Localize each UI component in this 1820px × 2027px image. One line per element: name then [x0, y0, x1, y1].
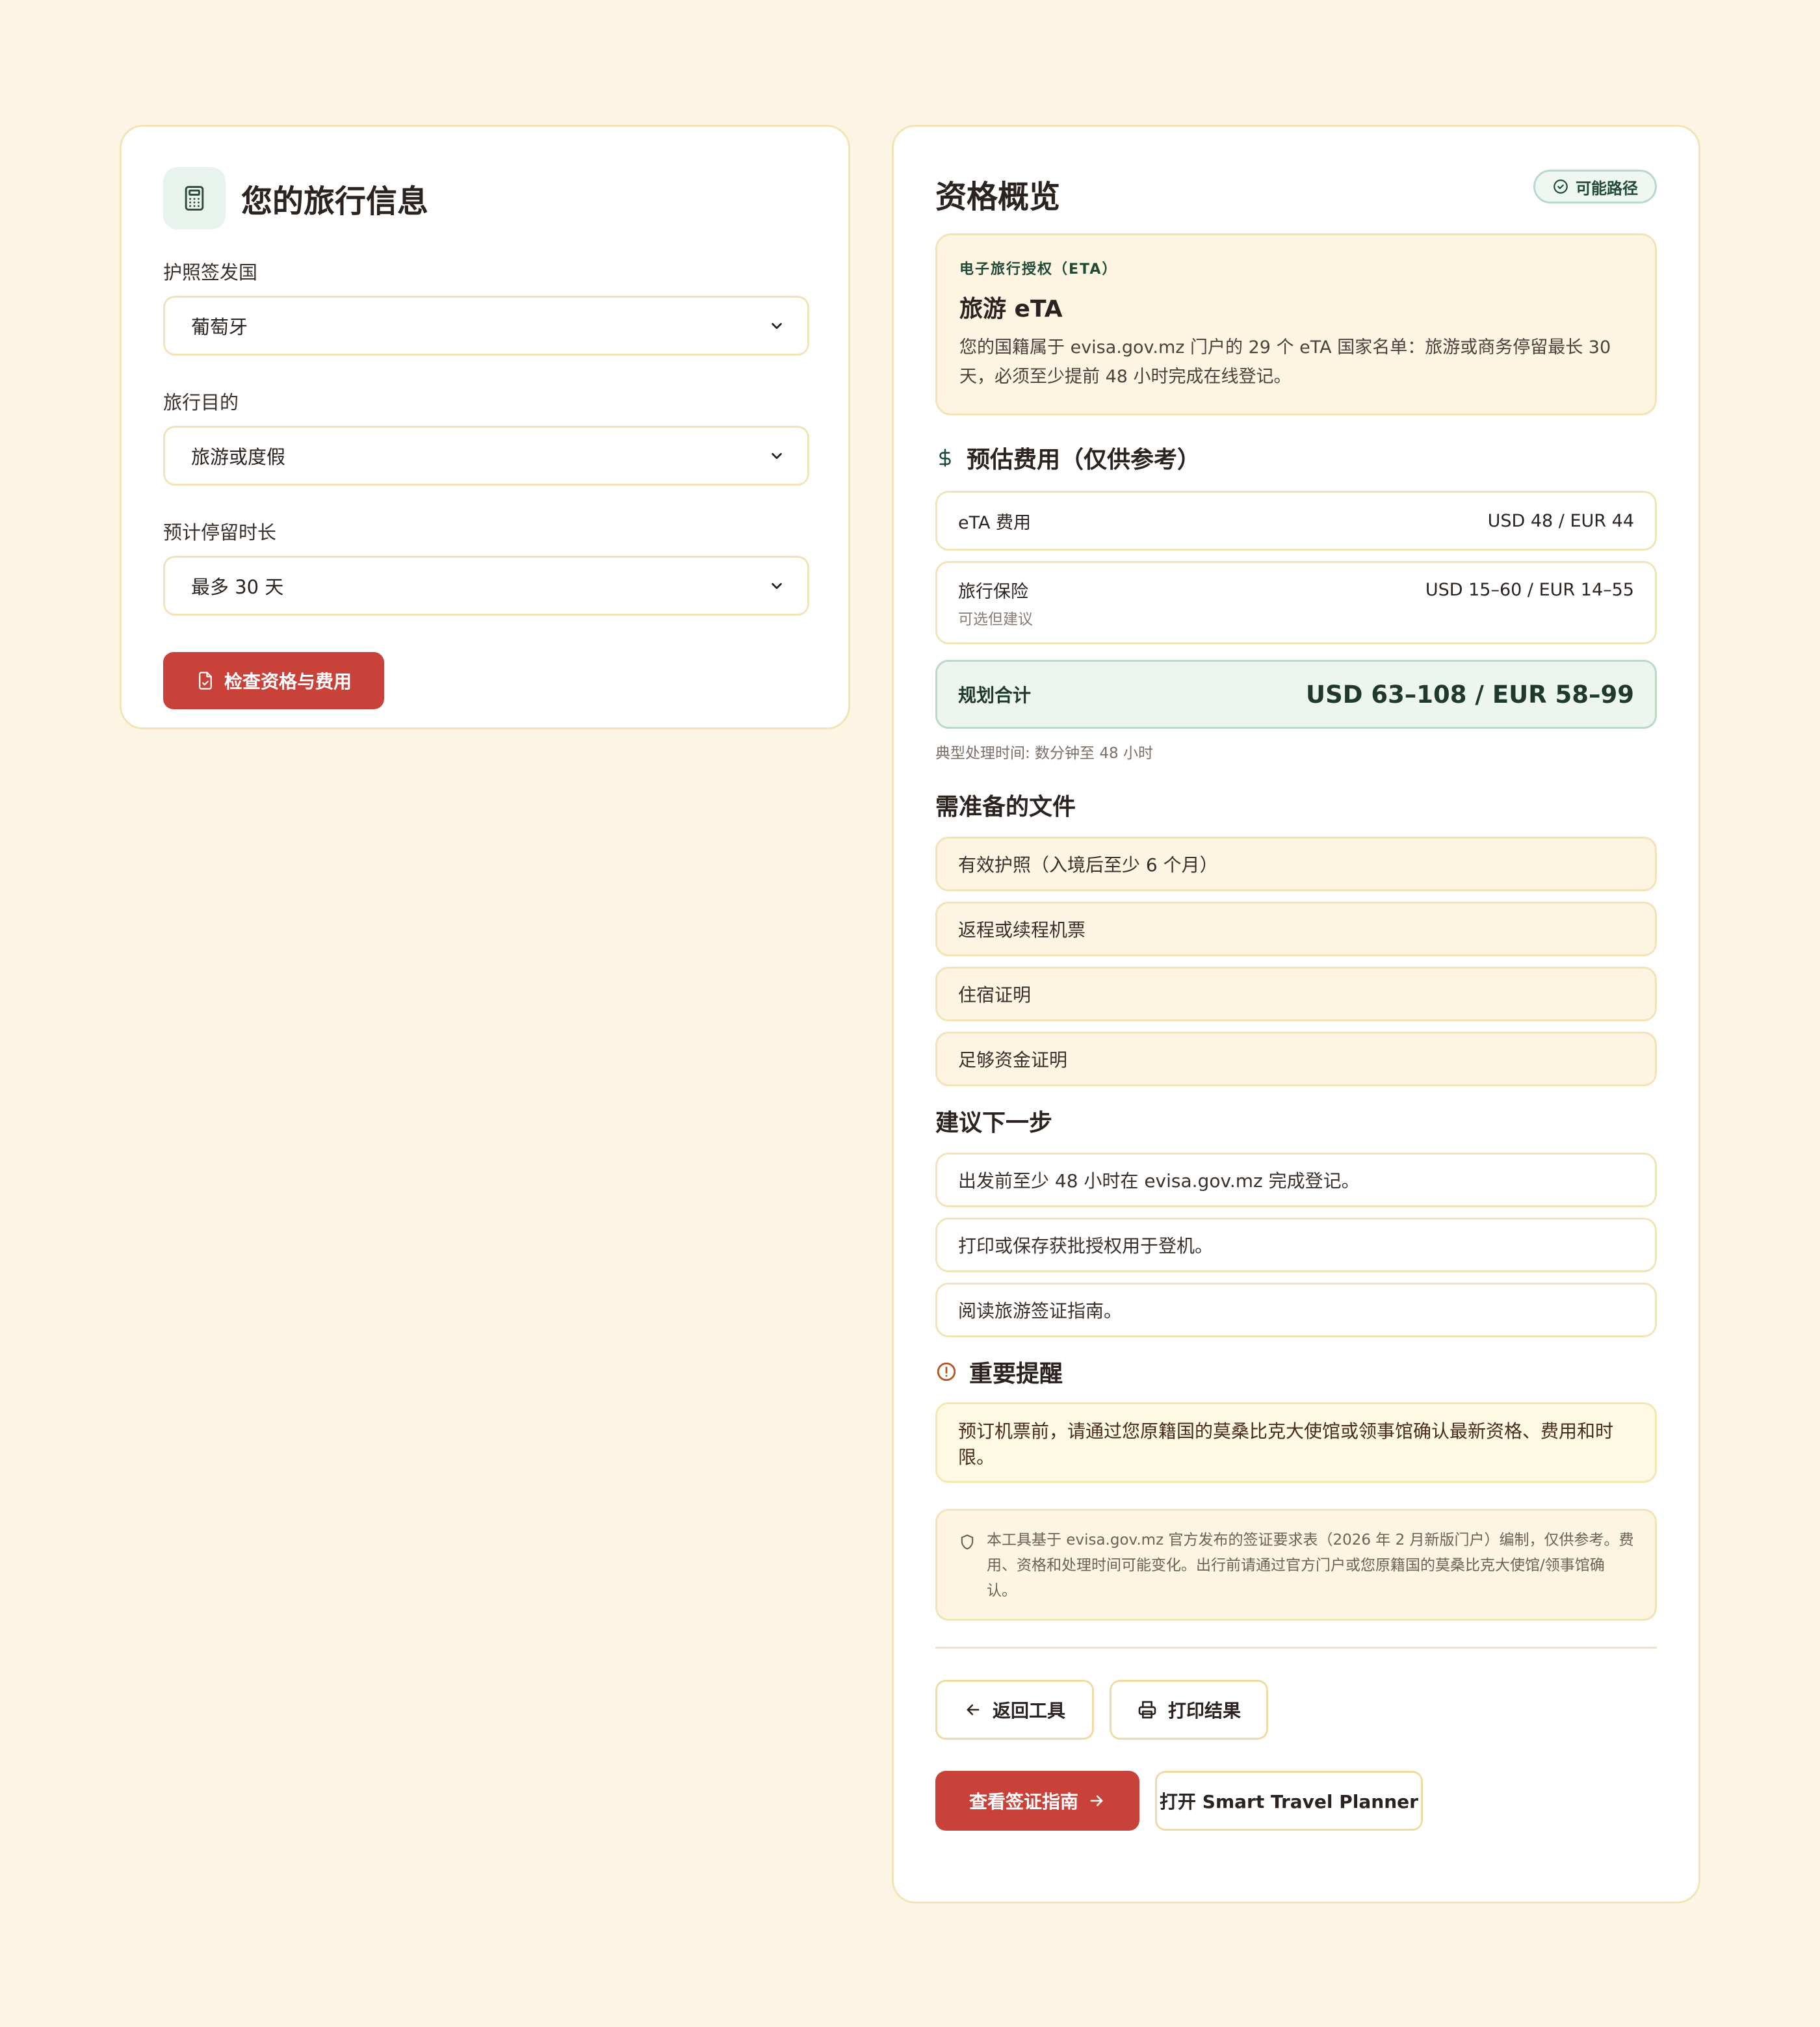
purpose-select-value: 旅游或度假	[191, 446, 286, 468]
next-steps-list: 出发前至少 48 小时在 evisa.gov.mz 完成登记。 打印或保存获批授…	[935, 1153, 1657, 1337]
alert-circle-icon	[937, 1362, 956, 1381]
disclaimer-text: 本工具基于 evisa.gov.mz 官方发布的签证要求表（2026 年 2 月…	[987, 1532, 1634, 1599]
processing-time: 典型处理时间: 数分钟至 48 小时	[935, 745, 1153, 762]
eta-description: 您的国籍属于 evisa.gov.mz 门户的 29 个 eTA 国家名单：旅游…	[959, 337, 1611, 387]
costs-heading: 预估费用（仅供参考）	[935, 443, 1657, 473]
check-eligibility-label: 检查资格与费用	[224, 671, 352, 692]
cost-sublabel: 可选但建议	[958, 610, 1033, 628]
eta-name: 旅游 eTA	[959, 296, 1063, 322]
back-to-tool-label: 返回工具	[992, 1700, 1065, 1721]
status-badge-label: 可能路径	[1576, 179, 1638, 198]
list-item: 返程或续程机票	[935, 902, 1657, 956]
passport-select-value: 葡萄牙	[191, 316, 248, 338]
chevron-down-icon	[772, 582, 782, 590]
purpose-label: 旅行目的	[163, 391, 239, 413]
total-value: USD 63–108 / EUR 58–99	[1306, 680, 1634, 709]
reminder-text: 预订机票前，请通过您原籍国的莫桑比克大使馆或领事馆确认最新资格、费用和时限。	[935, 1402, 1657, 1483]
purpose-select[interactable]: 旅游或度假	[163, 426, 809, 486]
cost-label: 旅行保险	[958, 581, 1028, 602]
open-travel-planner-label: 打开 Smart Travel Planner	[1160, 1791, 1418, 1812]
chevron-down-icon	[772, 322, 782, 330]
shield-icon	[961, 1534, 974, 1550]
duration-label: 预计停留时长	[163, 521, 277, 543]
travel-info-title: 您的旅行信息	[241, 183, 429, 220]
overview-header: 资格概览 可能路径	[935, 167, 1657, 233]
eta-kicker: 电子旅行授权（ETA）	[959, 261, 1118, 278]
list-item: 住宿证明	[935, 967, 1657, 1021]
primary-actions: 查看签证指南 打开 Smart Travel Planner	[935, 1771, 1657, 1831]
view-visa-guide-label: 查看签证指南	[968, 1791, 1078, 1812]
documents-list: 有效护照（入境后至少 6 个月） 返程或续程机票 住宿证明 足够资金证明	[935, 837, 1657, 1086]
travel-info-card: 您的旅行信息 护照签发国 葡萄牙 旅行目的 旅游或度假 预计停留时长 最多 30…	[120, 125, 850, 729]
passport-label: 护照签发国	[163, 261, 258, 283]
arrow-right-icon	[1090, 1795, 1103, 1807]
cost-label: eTA 费用	[958, 512, 1032, 533]
next-steps-title: 建议下一步	[935, 1110, 1053, 1136]
cost-value: USD 15–60 / EUR 14–55	[1425, 580, 1634, 600]
print-results-label: 打印结果	[1167, 1700, 1241, 1721]
reminder-title: 重要提醒	[969, 1361, 1063, 1387]
list-item: 打印或保存获批授权用于登机。	[935, 1218, 1657, 1272]
dollar-icon	[939, 449, 951, 467]
cost-value: USD 48 / EUR 44	[1487, 510, 1634, 531]
costs-title: 预估费用（仅供参考）	[967, 447, 1201, 473]
overview-title: 资格概览	[935, 179, 1061, 215]
back-to-tool-button[interactable]: 返回工具	[935, 1680, 1094, 1740]
divider	[935, 1647, 1657, 1649]
disclaimer: 本工具基于 evisa.gov.mz 官方发布的签证要求表（2026 年 2 月…	[935, 1509, 1657, 1621]
check-circle-icon	[1554, 179, 1568, 194]
open-travel-planner-button[interactable]: 打开 Smart Travel Planner	[1155, 1771, 1423, 1831]
check-eligibility-button[interactable]: 检查资格与费用	[163, 652, 384, 709]
status-badge: 可能路径	[1533, 170, 1657, 203]
list-item: 阅读旅游签证指南。	[935, 1283, 1657, 1337]
documents-title: 需准备的文件	[935, 794, 1076, 820]
eta-summary: 电子旅行授权（ETA） 旅游 eTA 您的国籍属于 evisa.gov.mz 门…	[935, 233, 1657, 415]
list-item: 足够资金证明	[935, 1032, 1657, 1086]
chevron-down-icon	[772, 452, 782, 460]
printer-icon	[1138, 1701, 1156, 1719]
duration-select-value: 最多 30 天	[191, 576, 284, 598]
view-visa-guide-button[interactable]: 查看签证指南	[935, 1771, 1139, 1831]
cost-row-eta: eTA 费用 USD 48 / EUR 44	[935, 491, 1657, 551]
secondary-actions: 返回工具 打印结果	[935, 1680, 1657, 1740]
duration-select[interactable]: 最多 30 天	[163, 556, 809, 616]
file-check-icon	[199, 672, 212, 690]
passport-select[interactable]: 葡萄牙	[163, 296, 809, 356]
list-item: 出发前至少 48 小时在 evisa.gov.mz 完成登记。	[935, 1153, 1657, 1207]
total-label: 规划合计	[958, 685, 1032, 706]
list-item: 有效护照（入境后至少 6 个月）	[935, 837, 1657, 891]
calculator-icon	[163, 167, 226, 229]
arrow-left-icon	[967, 1704, 980, 1716]
eligibility-overview-card: 资格概览 可能路径 电子旅行授权（ETA） 旅游 eTA 您的国籍属于 evis…	[892, 125, 1700, 1903]
cost-total: 规划合计 USD 63–108 / EUR 58–99	[935, 660, 1657, 729]
reminder-heading: 重要提醒	[935, 1357, 1657, 1387]
print-results-button[interactable]: 打印结果	[1110, 1680, 1268, 1740]
travel-info-header: 您的旅行信息	[163, 167, 807, 229]
cost-label-group: 旅行保险 可选但建议	[958, 577, 1033, 629]
cost-row-insurance: 旅行保险 可选但建议 USD 15–60 / EUR 14–55	[935, 561, 1657, 644]
